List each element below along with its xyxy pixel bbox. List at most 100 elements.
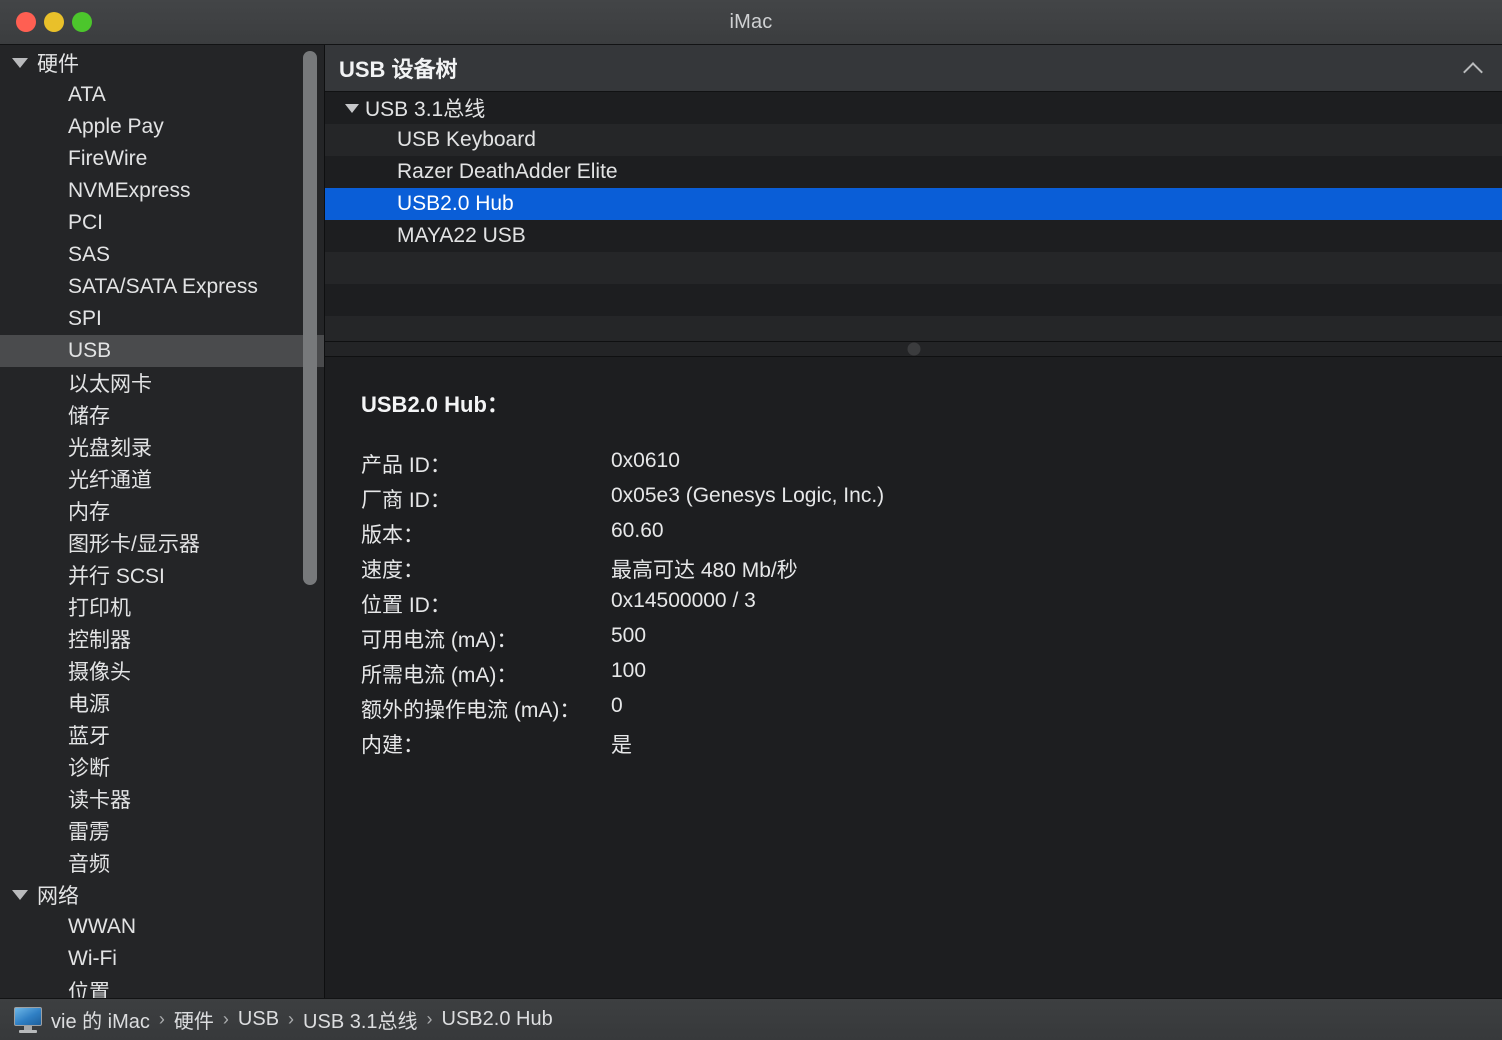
- detail-row-label: 所需电流 (mA)：: [361, 664, 518, 687]
- sidebar-item-child[interactable]: 并行 SCSI: [0, 559, 324, 591]
- tree-row[interactable]: USB2.0 Hub: [325, 188, 1502, 220]
- pane-header: USB 设备树: [325, 45, 1502, 92]
- imac-base: [19, 1029, 37, 1033]
- sidebar-item-child[interactable]: 光纤通道: [0, 463, 324, 495]
- sidebar-item-label: 网络: [37, 885, 79, 908]
- sidebar-item-label: SPI: [68, 307, 102, 330]
- sidebar-item-group[interactable]: 网络: [0, 879, 324, 911]
- zoom-button[interactable]: [72, 12, 92, 32]
- sidebar-item-child[interactable]: SAS: [0, 239, 324, 271]
- sidebar-item-label: 电源: [68, 693, 110, 716]
- sidebar-item-label: FireWire: [68, 147, 148, 170]
- sidebar-item-child[interactable]: NVMExpress: [0, 175, 324, 207]
- tree-row-label: MAYA22 USB: [397, 224, 526, 247]
- sidebar-item-label: 控制器: [68, 629, 131, 652]
- detail-row-value: 0x05e3 (Genesys Logic, Inc.): [611, 484, 885, 507]
- tree-row[interactable]: USB Keyboard: [325, 124, 1502, 156]
- sidebar-item-label: 以太网卡: [68, 373, 152, 396]
- sidebar-item-child[interactable]: 储存: [0, 399, 324, 431]
- sidebar-item-child[interactable]: 雷雳: [0, 815, 324, 847]
- sidebar-item-child[interactable]: 读卡器: [0, 783, 324, 815]
- sidebar: 硬件 ATA Apple Pay FireWire NVMExpress PCI SAS SA…: [0, 45, 325, 998]
- tree-row-empty: [325, 252, 1502, 284]
- detail-title: USB2.0 Hub：: [361, 392, 509, 417]
- sidebar-item-child[interactable]: 摄像头: [0, 655, 324, 687]
- sidebar-item-child[interactable]: 图形卡/显示器: [0, 527, 324, 559]
- sidebar-item-label: 读卡器: [68, 789, 131, 812]
- sidebar-item-label: 储存: [68, 405, 110, 428]
- pane-splitter[interactable]: [325, 341, 1502, 357]
- breadcrumb-item[interactable]: USB 3.1总线: [303, 1005, 417, 1034]
- tree-row-empty: [325, 284, 1502, 316]
- sidebar-item-label: 光纤通道: [68, 469, 152, 492]
- detail-properties-table: 产品 ID： 0x0610 厂商 ID： 0x05e3 (Genesys Logic,…: [361, 449, 884, 764]
- breadcrumb-item[interactable]: USB2.0 Hub: [442, 1008, 553, 1031]
- sidebar-item-label: 位置: [68, 981, 110, 998]
- sidebar-scrollbar-thumb[interactable]: [303, 51, 317, 585]
- imac-screen: [14, 1006, 42, 1026]
- sidebar-item-label: SATA/SATA Express: [68, 275, 258, 298]
- disclosure-triangle-icon[interactable]: [12, 890, 28, 900]
- sidebar-item-label: Wi-Fi: [68, 947, 117, 970]
- sidebar-item-label: 并行 SCSI: [68, 565, 165, 588]
- detail-row-label: 速度：: [361, 559, 424, 582]
- detail-row-label: 内建：: [361, 734, 424, 757]
- minimize-button[interactable]: [44, 12, 64, 32]
- breadcrumb-item[interactable]: USB: [238, 1008, 279, 1031]
- sidebar-item-child[interactable]: 诊断: [0, 751, 324, 783]
- tree-row[interactable]: USB 3.1总线: [325, 92, 1502, 124]
- tree-row-label: USB2.0 Hub: [397, 192, 514, 215]
- sidebar-item-child[interactable]: 电源: [0, 687, 324, 719]
- sidebar-item-child[interactable]: 音频: [0, 847, 324, 879]
- detail-row-label: 产品 ID：: [361, 454, 451, 477]
- detail-row-value: 500: [611, 624, 647, 647]
- tree-row-label: Razer DeathAdder Elite: [397, 160, 618, 183]
- sidebar-item-child[interactable]: ATA: [0, 79, 324, 111]
- disclosure-triangle-icon[interactable]: [345, 103, 359, 113]
- sidebar-item-child[interactable]: 打印机: [0, 591, 324, 623]
- chevron-up-icon[interactable]: [1464, 58, 1484, 78]
- sidebar-item-group[interactable]: 硬件: [0, 47, 324, 79]
- title-bar: iMac: [0, 0, 1502, 45]
- detail-row: 额外的操作电流 (mA)： 0: [361, 694, 884, 729]
- window-title: iMac: [729, 10, 773, 33]
- sidebar-item-label: WWAN: [68, 915, 137, 938]
- sidebar-scrollbar[interactable]: [300, 45, 320, 998]
- detail-row-label: 位置 ID：: [361, 594, 451, 617]
- sidebar-item-child[interactable]: USB: [0, 335, 324, 367]
- sidebar-item-child[interactable]: WWAN: [0, 911, 324, 943]
- sidebar-item-child[interactable]: 以太网卡: [0, 367, 324, 399]
- sidebar-item-child[interactable]: 内存: [0, 495, 324, 527]
- disclosure-triangle-icon[interactable]: [12, 58, 28, 68]
- detail-row: 内建： 是: [361, 729, 884, 764]
- sidebar-item-child[interactable]: Apple Pay: [0, 111, 324, 143]
- sidebar-item-child[interactable]: SPI: [0, 303, 324, 335]
- usb-device-tree: USB 3.1总线 USB Keyboard Razer DeathAdder El…: [325, 92, 1502, 341]
- system-information-window: iMac 硬件 ATA Apple Pay FireWire NVMExpress PCI…: [0, 0, 1502, 1040]
- tree-row[interactable]: Razer DeathAdder Elite: [325, 156, 1502, 188]
- tree-row[interactable]: MAYA22 USB: [325, 220, 1502, 252]
- close-button[interactable]: [16, 12, 36, 32]
- sidebar-item-child[interactable]: Wi-Fi: [0, 943, 324, 975]
- sidebar-item-child[interactable]: SATA/SATA Express: [0, 271, 324, 303]
- detail-row-label: 厂商 ID：: [361, 489, 451, 512]
- detail-row-value: 0x0610: [611, 449, 680, 472]
- breadcrumb-item[interactable]: 硬件: [174, 1005, 214, 1034]
- detail-row-label: 额外的操作电流 (mA)：: [361, 699, 581, 722]
- sidebar-item-child[interactable]: 蓝牙: [0, 719, 324, 751]
- detail-row-label: 版本：: [361, 524, 424, 547]
- sidebar-item-child[interactable]: 控制器: [0, 623, 324, 655]
- sidebar-item-child[interactable]: FireWire: [0, 143, 324, 175]
- sidebar-item-label: 蓝牙: [68, 725, 110, 748]
- detail-row: 所需电流 (mA)： 100: [361, 659, 884, 694]
- imac-icon: [14, 1006, 42, 1033]
- sidebar-item-label: NVMExpress: [68, 179, 191, 202]
- pane-title: USB 设备树: [339, 57, 458, 82]
- sidebar-item-child[interactable]: 光盘刻录: [0, 431, 324, 463]
- breadcrumb-item[interactable]: vie 的 iMac: [51, 1005, 150, 1034]
- sidebar-item-child[interactable]: 位置: [0, 975, 324, 998]
- sidebar-item-child[interactable]: PCI: [0, 207, 324, 239]
- breadcrumb-separator: ›: [222, 1009, 229, 1029]
- splitter-grip-icon[interactable]: [907, 342, 920, 356]
- sidebar-item-label: Apple Pay: [68, 115, 164, 138]
